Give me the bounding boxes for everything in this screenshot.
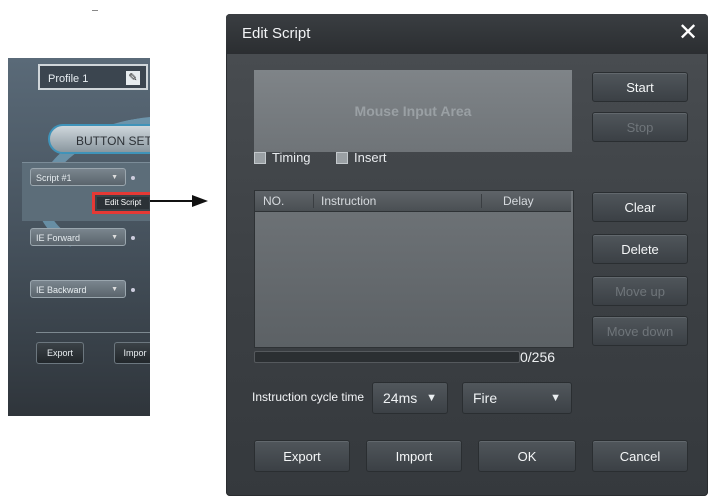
col-no: NO.: [263, 194, 285, 208]
instruction-table[interactable]: NO. Instruction Delay: [254, 190, 574, 348]
clear-button[interactable]: Clear: [592, 192, 688, 222]
start-button[interactable]: Start: [592, 72, 688, 102]
chevron-down-icon: ▼: [426, 392, 437, 404]
left-import-button[interactable]: Impor: [114, 342, 150, 364]
column-separator: [313, 194, 314, 208]
fire-select[interactable]: Fire ▼: [462, 382, 572, 414]
col-delay: Delay: [503, 194, 534, 208]
mouse-input-area[interactable]: Mouse Input Area: [254, 70, 572, 152]
button-settings-panel: Profile 1 ✎ BUTTON SETTIN Script #1 ▼ Ed…: [8, 58, 150, 416]
cycle-time-select[interactable]: 24ms ▼: [372, 382, 448, 414]
dialog-titlebar: Edit Script ✕: [226, 14, 708, 54]
export-button[interactable]: Export: [254, 440, 350, 472]
edit-script-mini-label: Edit Script: [97, 197, 149, 209]
chevron-down-icon: ▼: [111, 234, 118, 241]
script-dropdown-label: Script #1: [36, 173, 72, 183]
move-up-button[interactable]: Move up: [592, 276, 688, 306]
checkbox-box: [336, 151, 348, 164]
dialog-title: Edit Script: [242, 25, 311, 42]
chevron-down-icon: ▼: [111, 174, 118, 181]
connector-dot: [131, 288, 135, 292]
left-export-button[interactable]: Export: [36, 342, 84, 364]
chevron-down-icon: ▼: [550, 392, 561, 404]
cycle-time-label: Instruction cycle time: [252, 390, 365, 404]
profile-label: Profile 1: [48, 73, 89, 85]
checkbox-box: [254, 151, 266, 164]
cancel-button[interactable]: Cancel: [592, 440, 688, 472]
edit-script-mini-button[interactable]: Edit Script: [92, 192, 150, 214]
cycle-time-value: 24ms: [383, 390, 418, 406]
pencil-icon[interactable]: ✎: [126, 71, 140, 85]
timing-label: Timing: [272, 150, 311, 165]
ie-forward-label: IE Forward: [36, 233, 81, 243]
script-dropdown[interactable]: Script #1 ▼: [30, 168, 135, 186]
decorative-dash: [92, 10, 98, 11]
button-settings-tab[interactable]: BUTTON SETTIN: [48, 124, 150, 154]
fire-value: Fire: [473, 390, 498, 406]
stop-button[interactable]: Stop: [592, 112, 688, 142]
edit-script-dialog: Edit Script ✕ Mouse Input Area Start Sto…: [226, 14, 708, 496]
connector-dot: [131, 176, 135, 180]
insert-label: Insert: [354, 150, 387, 165]
close-icon[interactable]: ✕: [676, 20, 700, 46]
instruction-progress-bar: [254, 351, 520, 363]
arrow-icon: [150, 195, 208, 207]
move-down-button[interactable]: Move down: [592, 316, 688, 346]
mouse-input-label: Mouse Input Area: [354, 103, 472, 119]
ie-backward-dropdown[interactable]: IE Backward ▼: [30, 280, 135, 298]
ie-backward-label: IE Backward: [36, 285, 87, 295]
profile-selector[interactable]: Profile 1 ✎: [38, 64, 148, 90]
column-separator: [481, 194, 482, 208]
col-instruction: Instruction: [321, 194, 377, 208]
chevron-down-icon: ▼: [111, 286, 118, 293]
timing-checkbox[interactable]: Timing: [254, 150, 311, 165]
delete-button[interactable]: Delete: [592, 234, 688, 264]
table-header: NO. Instruction Delay: [255, 191, 571, 212]
insert-checkbox[interactable]: Insert: [336, 150, 387, 165]
instruction-count: 0/256: [520, 349, 556, 365]
divider: [36, 332, 150, 333]
ok-button[interactable]: OK: [478, 440, 576, 472]
import-button[interactable]: Import: [366, 440, 462, 472]
connector-dot: [131, 236, 135, 240]
ie-forward-dropdown[interactable]: IE Forward ▼: [30, 228, 135, 246]
